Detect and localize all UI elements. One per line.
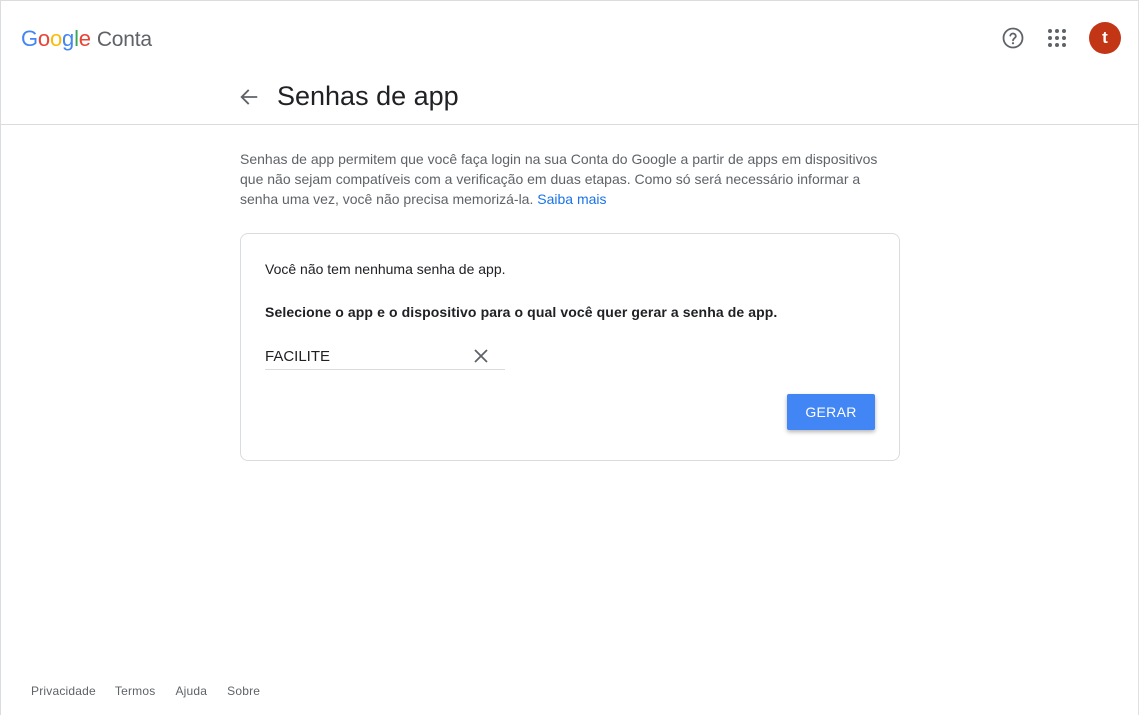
footer-link-about[interactable]: Sobre bbox=[227, 684, 260, 698]
product-name: Conta bbox=[96, 28, 152, 51]
apps-grid-icon bbox=[1048, 29, 1066, 47]
scrollbar-track[interactable] bbox=[1138, 0, 1142, 715]
help-button[interactable] bbox=[997, 22, 1029, 54]
learn-more-link[interactable]: Saiba mais bbox=[537, 191, 606, 207]
footer-link-terms[interactable]: Termos bbox=[115, 684, 156, 698]
page-header: Senhas de app bbox=[0, 70, 1138, 125]
avatar[interactable]: t bbox=[1089, 22, 1121, 54]
close-icon bbox=[474, 349, 488, 363]
logo-letter-g2: g bbox=[62, 26, 75, 51]
intro-paragraph: Senhas de app permitem que você faça log… bbox=[240, 149, 900, 209]
back-button[interactable] bbox=[234, 82, 264, 112]
logo-letter-o1: o bbox=[37, 26, 50, 51]
page-title: Senhas de app bbox=[277, 81, 459, 111]
app-name-field bbox=[265, 342, 505, 370]
generate-button[interactable]: GERAR bbox=[787, 394, 875, 430]
top-bar: Google Conta t bbox=[0, 4, 1138, 70]
back-arrow-icon bbox=[240, 89, 258, 105]
app-password-card: Você não tem nenhuma senha de app. Selec… bbox=[240, 233, 900, 461]
clear-button[interactable] bbox=[469, 345, 493, 367]
google-account-logo[interactable]: Google Conta bbox=[21, 26, 152, 52]
footer-link-privacy[interactable]: Privacidade bbox=[31, 684, 96, 698]
app-name-input[interactable] bbox=[265, 346, 465, 366]
select-instruction: Selecione o app e o dispositivo para o q… bbox=[265, 304, 778, 320]
logo-letter-g: G bbox=[21, 26, 38, 51]
footer-link-help[interactable]: Ajuda bbox=[175, 684, 207, 698]
logo-letter-o2: o bbox=[49, 26, 63, 51]
apps-button[interactable] bbox=[1041, 22, 1073, 54]
footer: Privacidade Termos Ajuda Sobre bbox=[31, 684, 260, 698]
logo-letter-e: e bbox=[78, 26, 91, 51]
no-passwords-message: Você não tem nenhuma senha de app. bbox=[265, 261, 506, 277]
help-icon bbox=[1002, 27, 1024, 49]
